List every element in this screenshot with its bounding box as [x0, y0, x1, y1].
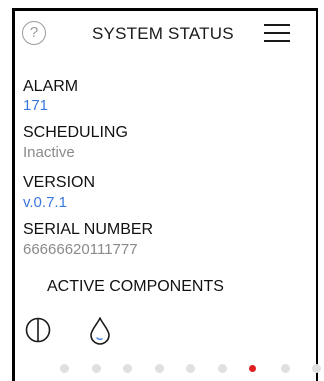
alarm-label: ALARM — [23, 78, 79, 95]
pagination-dots — [0, 364, 324, 376]
version-value: v.0.7.1 — [23, 194, 67, 211]
serial-number-label: SERIAL NUMBER — [23, 221, 154, 238]
pagination-dot[interactable] — [60, 364, 69, 373]
device-screen: ? SYSTEM STATUS ALARM 171 SCHEDULING Ina… — [0, 0, 324, 381]
active-components-title: ACTIVE COMPONENTS — [47, 278, 224, 295]
scheduling-value: Inactive — [23, 144, 75, 161]
pagination-dot[interactable] — [280, 364, 290, 373]
half-circle-icon[interactable] — [24, 314, 52, 346]
serial-number-value: 66666620111777 — [23, 241, 138, 258]
pagination-dot-active[interactable] — [249, 365, 256, 372]
water-drop-icon[interactable] — [86, 314, 114, 346]
hamburger-menu-icon[interactable] — [264, 22, 290, 44]
frame-border-left — [12, 8, 15, 381]
menu-bar — [264, 40, 290, 42]
pagination-dot[interactable] — [91, 364, 101, 373]
pagination-dot[interactable] — [312, 364, 321, 373]
version-label: VERSION — [23, 174, 96, 191]
page-title: SYSTEM STATUS — [92, 24, 234, 43]
frame-border-right — [316, 8, 318, 381]
alarm-value: 171 — [23, 97, 49, 114]
pagination-dot[interactable] — [217, 364, 227, 373]
help-icon[interactable]: ? — [22, 21, 46, 45]
menu-bar — [264, 24, 290, 26]
scheduling-label: SCHEDULING — [23, 124, 128, 141]
pagination-dot[interactable] — [154, 364, 164, 373]
menu-bar — [264, 32, 290, 34]
pagination-dot[interactable] — [186, 364, 195, 373]
pagination-dot[interactable] — [123, 364, 132, 373]
frame-border-top — [12, 8, 318, 11]
